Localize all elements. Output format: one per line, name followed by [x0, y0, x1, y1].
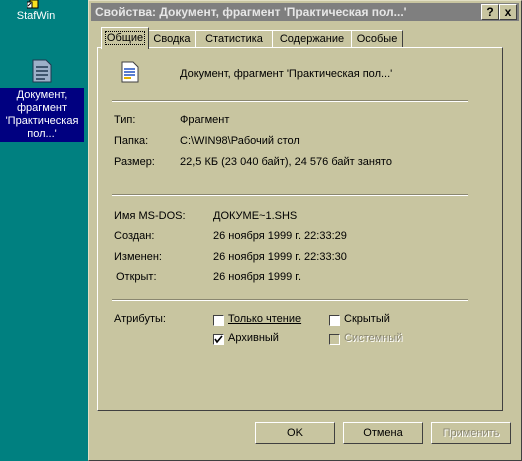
checkmark-icon [214, 335, 223, 344]
ok-button[interactable]: OK [255, 422, 335, 444]
divider [112, 299, 468, 301]
statwin-icon [27, 0, 39, 9]
hidden-label[interactable]: Скрытый [344, 313, 390, 325]
general-tab-panel: Документ, фрагмент 'Практическая пол...'… [97, 47, 503, 411]
msdos-name-value: ДОКУМЕ~1.SHS [213, 210, 298, 222]
opened-value: 26 ноября 1999 г. [213, 271, 301, 283]
folder-label: Папка: [114, 135, 149, 147]
tab-summary[interactable]: Сводка [148, 30, 196, 48]
divider [112, 194, 468, 196]
type-label: Тип: [114, 114, 136, 126]
close-button[interactable]: x [499, 4, 517, 20]
tab-general[interactable]: Общие [101, 27, 149, 49]
properties-dialog: Свойства: Документ, фрагмент 'Практическ… [88, 0, 522, 461]
checkbox-box[interactable] [329, 315, 340, 326]
tab-label: Содержание [279, 33, 345, 45]
tab-label: Сводка [153, 33, 191, 45]
tab-label: Особые [356, 33, 398, 45]
msdos-name-label: Имя MS-DOS: [114, 210, 186, 222]
tab-label: Общие [104, 31, 146, 45]
tab-label: Статистика [205, 33, 263, 45]
checkbox-box [329, 334, 340, 345]
checkbox-box[interactable] [213, 315, 224, 326]
label-line: пол...' [27, 128, 57, 140]
created-label: Создан: [114, 230, 155, 242]
file-name: Документ, фрагмент 'Практическая пол...' [180, 68, 393, 80]
label-line: 'Практическая [5, 115, 79, 127]
tab-custom[interactable]: Особые [351, 30, 403, 48]
system-label: Системный [344, 332, 403, 344]
desktop-icon-label: StafWin [16, 10, 56, 22]
checkbox-box[interactable] [213, 334, 224, 345]
desktop-icon-label: Документ, фрагмент 'Практическая пол...' [0, 88, 84, 142]
size-label: Размер: [114, 156, 155, 168]
attributes-label: Атрибуты: [114, 313, 166, 325]
desktop-icon-document-fragment[interactable]: Документ, фрагмент 'Практическая пол...' [0, 58, 84, 142]
type-value: Фрагмент [180, 114, 230, 126]
divider [112, 100, 468, 102]
help-button[interactable]: ? [481, 4, 499, 20]
label-line: фрагмент [16, 102, 68, 114]
window-title: Свойства: Документ, фрагмент 'Практическ… [95, 5, 407, 19]
document-scrap-icon [121, 61, 139, 83]
cancel-button[interactable]: Отмена [343, 422, 423, 444]
size-value: 22,5 КБ (23 040 байт), 24 576 байт занят… [180, 156, 392, 168]
tab-statistics[interactable]: Статистика [195, 30, 273, 48]
created-value: 26 ноября 1999 г. 22:33:29 [213, 230, 347, 242]
tab-contents[interactable]: Содержание [272, 30, 352, 48]
title-bar[interactable]: Свойства: Документ, фрагмент 'Практическ… [91, 3, 519, 21]
folder-value: C:\WIN98\Рабочий стол [180, 135, 300, 147]
opened-label: Открыт: [116, 271, 157, 283]
apply-button: Применить [431, 422, 511, 444]
label-line: Документ, [16, 89, 68, 101]
document-scrap-icon [32, 59, 52, 83]
modified-label: Изменен: [114, 251, 162, 263]
desktop-icon-statwin[interactable]: StafWin [6, 0, 66, 23]
archive-label[interactable]: Архивный [228, 332, 279, 344]
modified-value: 26 ноября 1999 г. 22:33:30 [213, 251, 347, 263]
readonly-label[interactable]: Только чтение [228, 313, 301, 325]
